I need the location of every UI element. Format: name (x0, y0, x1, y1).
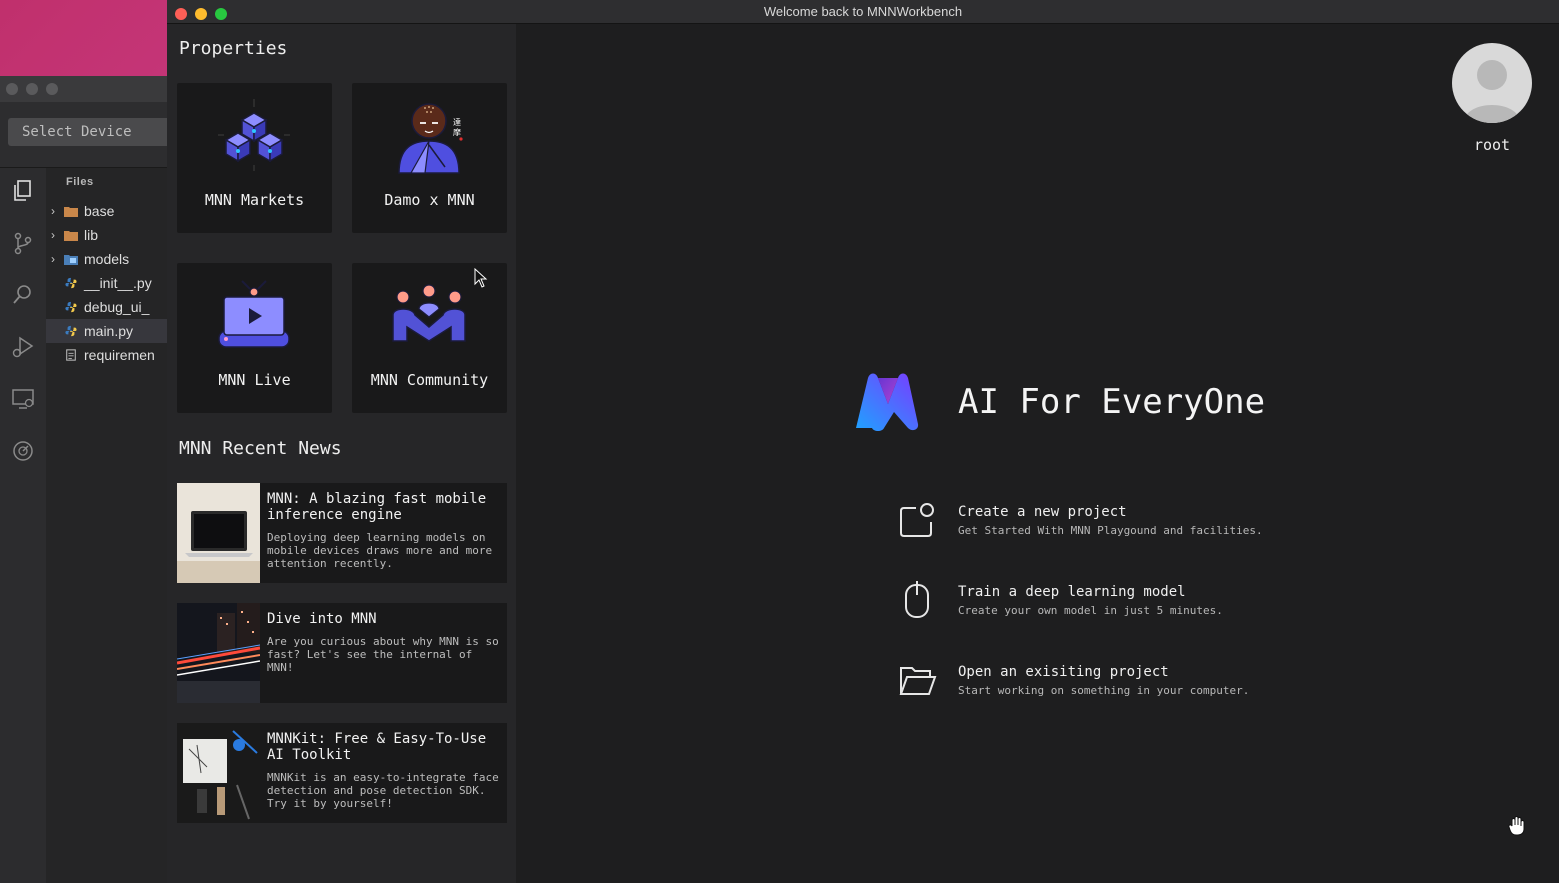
mouse-icon (905, 581, 929, 618)
action-title: Open an exisiting project (958, 664, 1169, 680)
monk-icon: 達 摩 (398, 103, 463, 174)
card-label: MNN Community (370, 371, 489, 389)
arrow-cursor-icon (474, 268, 488, 288)
news-item[interactable]: MNNKit: Free & Easy-To-Use AI Toolkit MN… (177, 723, 507, 823)
file-tree-item-main[interactable]: main.py (46, 319, 168, 343)
mnn-logo (856, 373, 919, 431)
file-tree-item-lib[interactable]: › lib (46, 223, 168, 247)
action-create-project[interactable]: Create a new project Get Started With MN… (898, 500, 1298, 550)
news-title-text: MNNKit: Free & Easy-To-Use AI Toolkit (267, 731, 487, 763)
window-titlebar: Welcome back to MNNWorkbench (167, 0, 1559, 24)
card-label: MNN Markets (204, 191, 305, 209)
select-device-dropdown[interactable]: Select Device (8, 118, 178, 146)
properties-pane: Properties MNN Markets 達 摩 Damo x MNN MN… (167, 24, 516, 883)
properties-title: Properties (179, 38, 288, 59)
python-icon (65, 301, 77, 313)
user-icon (1464, 60, 1520, 123)
activity-bar (0, 168, 46, 883)
news-item[interactable]: MNN: A blazing fast mobile inference eng… (177, 483, 507, 583)
search-icon[interactable] (10, 282, 36, 308)
files-panel: Files › base › lib › models __init__.py … (46, 168, 168, 883)
remote-explorer-icon[interactable] (10, 386, 36, 412)
python-icon (65, 325, 77, 337)
maximize-button[interactable] (46, 83, 58, 95)
mnn-workbench-window: Welcome back to MNNWorkbench Properties (167, 0, 1559, 883)
chevron-right-icon: › (51, 252, 55, 266)
username: root (1473, 136, 1511, 154)
gauge-icon[interactable] (10, 438, 36, 464)
chevron-right-icon: › (51, 228, 55, 242)
window-title: Welcome back to MNNWorkbench (763, 4, 963, 19)
svg-text:達: 達 (453, 117, 461, 127)
chevron-right-icon: › (51, 204, 55, 218)
toolkit-thumbnail (177, 723, 260, 823)
text-file-icon (66, 349, 76, 361)
news-title-text: MNN: A blazing fast mobile inference eng… (267, 491, 487, 523)
action-subtitle: Create your own model in just 5 minutes. (958, 604, 1223, 617)
file-name: base (84, 203, 115, 219)
file-name: main.py (84, 323, 134, 339)
welcome-pane: root AI For EveryOne Create a new projec… (516, 24, 1559, 883)
file-name: debug_ui_ (84, 299, 150, 315)
action-title: Train a deep learning model (958, 584, 1186, 600)
cubes-icon (218, 99, 290, 171)
open-folder-icon (899, 667, 937, 695)
action-train-model[interactable]: Train a deep learning model Create your … (898, 580, 1298, 630)
action-subtitle: Start working on something in your compu… (958, 684, 1250, 697)
python-icon (65, 277, 77, 289)
card-label: Damo x MNN (384, 191, 475, 209)
editor-toolbar: Select Device (0, 102, 178, 168)
community-icon (392, 284, 466, 342)
laptop-thumbnail (177, 483, 260, 583)
file-name: __init__.py (84, 275, 152, 291)
hand-cursor-icon (1508, 816, 1525, 836)
file-tree-item-requirements[interactable]: requiremen (46, 343, 168, 367)
card-damo-x-mnn[interactable]: 達 摩 Damo x MNN (352, 83, 507, 233)
file-tree-item-debug-ui[interactable]: debug_ui_ (46, 295, 168, 319)
file-name: models (84, 251, 130, 267)
file-tree-item-base[interactable]: › base (46, 199, 168, 223)
svg-text:摩: 摩 (453, 127, 461, 137)
files-title: Files (66, 176, 94, 188)
minimize-button[interactable] (26, 83, 38, 95)
action-open-project[interactable]: Open an exisiting project Start working … (898, 660, 1298, 710)
news-title: MNN Recent News (179, 438, 342, 459)
file-name: lib (84, 227, 99, 243)
close-button[interactable] (6, 83, 18, 95)
folder-icon (64, 231, 78, 241)
news-title-text: Dive into MNN (267, 611, 377, 627)
editor-titlebar (0, 76, 168, 102)
models-folder-icon (64, 255, 78, 265)
news-description: Are you curious about why MNN is so fast… (267, 635, 499, 674)
editor-window: Select Device Files › base › lib › model… (0, 76, 178, 883)
file-tree-item-models[interactable]: › models (46, 247, 168, 271)
tv-play-icon (218, 280, 290, 348)
news-description: Deploying deep learning models on mobile… (267, 531, 493, 570)
card-mnn-live[interactable]: MNN Live (177, 263, 332, 413)
folder-icon (64, 207, 78, 217)
action-subtitle: Get Started With MNN Playgound and facil… (958, 524, 1263, 537)
new-project-icon (900, 503, 934, 537)
source-control-icon[interactable] (10, 230, 36, 256)
action-title: Create a new project (958, 504, 1127, 520)
file-tree-item-init[interactable]: __init__.py (46, 271, 168, 295)
hero-tagline: AI For EveryOne (958, 382, 1266, 422)
news-description: MNNKit is an easy-to-integrate face dete… (267, 771, 499, 810)
city-lights-thumbnail (177, 603, 260, 703)
file-name: requiremen (84, 347, 155, 363)
card-label: MNN Live (218, 371, 291, 389)
card-mnn-markets[interactable]: MNN Markets (177, 83, 332, 233)
news-item[interactable]: Dive into MNN Are you curious about why … (177, 603, 507, 703)
user-avatar[interactable] (1452, 43, 1532, 123)
explorer-icon[interactable] (10, 178, 36, 204)
run-debug-icon[interactable] (10, 334, 36, 360)
